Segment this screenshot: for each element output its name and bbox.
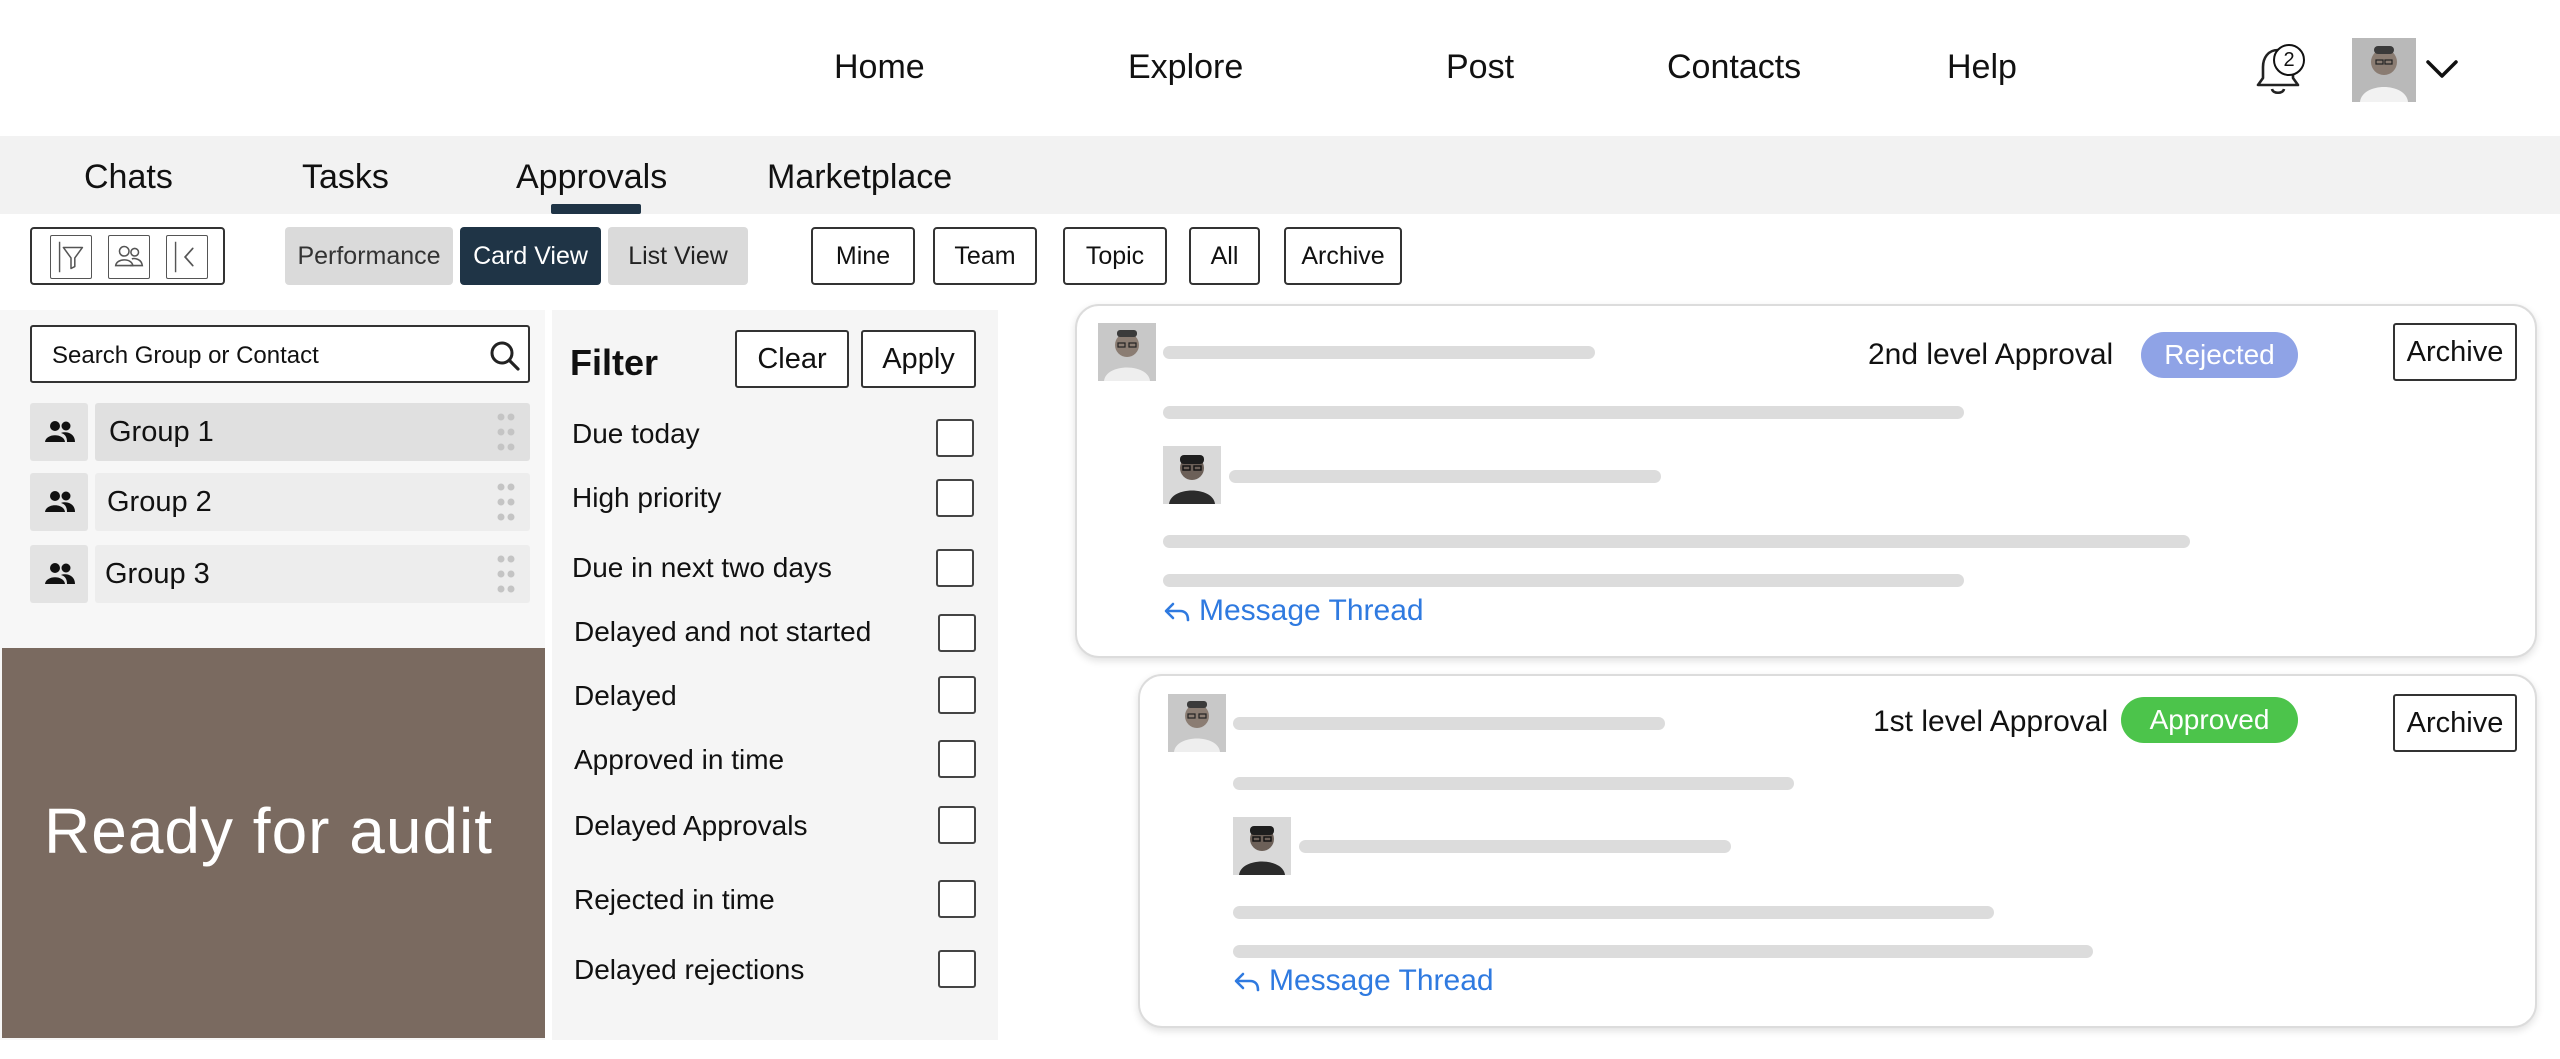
group-icon [30,473,88,531]
people-icon[interactable] [108,235,150,279]
group-icon [30,403,88,461]
message-thread-link[interactable]: Message Thread [1233,964,1494,998]
checkbox-approved-in-time[interactable] [938,740,976,778]
filter-label-delayed-rejections: Delayed rejections [574,954,805,985]
checkbox-delayed-rejections[interactable] [938,950,976,988]
scope-team-button[interactable]: Team [933,227,1037,285]
group-item-3[interactable]: Group 3 [95,545,530,603]
toolbar-icon-group [30,227,225,285]
search-icon[interactable] [488,339,522,373]
filter-label-due-next-two-days: Due in next two days [572,552,832,583]
nav-explore[interactable]: Explore [1128,48,1243,87]
card-view-button[interactable]: Card View [460,227,601,285]
placeholder-line [1233,945,2093,958]
message-thread-link[interactable]: Message Thread [1163,594,1424,628]
notification-count-badge: 2 [2273,44,2305,76]
requester-avatar [1098,323,1156,381]
placeholder-line [1229,470,1661,483]
tab-marketplace[interactable]: Marketplace [767,158,952,197]
commenter-avatar [1163,446,1221,504]
status-badge-approved: Approved [2121,697,2298,743]
filter-icon[interactable] [50,235,92,279]
checkbox-due-next-two-days[interactable] [936,549,974,587]
checkbox-delayed[interactable] [938,676,976,714]
message-thread-label: Message Thread [1199,594,1424,627]
group-label: Group 3 [105,558,210,590]
audit-banner-text: Ready for audit [44,795,494,867]
group-label: Group 1 [109,416,214,448]
placeholder-line [1163,535,2190,548]
tab-approvals[interactable]: Approvals [516,158,667,197]
filter-label-due-today: Due today [572,418,700,449]
placeholder-line [1163,574,1964,587]
scope-mine-button[interactable]: Mine [811,227,915,285]
message-thread-label: Message Thread [1269,964,1494,997]
tab-bar: Chats Tasks Approvals Marketplace [0,136,2560,214]
top-navigation: Home Explore Post Contacts Help 2 [0,0,2560,136]
drag-handle-icon[interactable] [497,554,515,594]
nav-post[interactable]: Post [1446,48,1514,87]
scope-all-button[interactable]: All [1189,227,1260,285]
user-avatar[interactable] [2352,38,2416,102]
collapse-left-icon[interactable] [166,235,208,279]
apply-button[interactable]: Apply [861,330,976,388]
nav-contacts[interactable]: Contacts [1667,48,1801,87]
approval-level-label: 1st level Approval [1873,705,2109,738]
placeholder-line [1233,717,1665,730]
tab-chats[interactable]: Chats [84,158,173,197]
search-placeholder: Search Group or Contact [52,342,319,369]
nav-home[interactable]: Home [834,48,925,87]
filter-label-approved-in-time: Approved in time [574,744,785,775]
performance-view-button[interactable]: Performance [285,227,453,285]
list-view-button[interactable]: List View [608,227,748,285]
nav-help[interactable]: Help [1947,48,2017,87]
checkbox-rejected-in-time[interactable] [938,880,976,918]
reply-arrow-icon [1234,972,1260,992]
placeholder-line [1233,777,1794,790]
requester-avatar [1168,694,1226,752]
group-item-2[interactable]: Group 2 [95,473,530,531]
placeholder-line [1233,906,1994,919]
approval-level-label: 2nd level Approval [1868,338,2114,371]
checkbox-delayed-approvals[interactable] [938,806,976,844]
filter-label-rejected-in-time: Rejected in time [574,884,775,915]
placeholder-line [1299,840,1731,853]
group-item-1[interactable]: Group 1 [95,403,530,461]
scope-archive-button[interactable]: Archive [1284,227,1402,285]
commenter-avatar [1233,817,1291,875]
status-badge-rejected: Rejected [2141,332,2298,378]
placeholder-line [1163,406,1964,419]
placeholder-line [1163,346,1595,359]
tab-tasks[interactable]: Tasks [302,158,389,197]
filter-label-delayed-not-started: Delayed and not started [574,616,872,647]
checkbox-high-priority[interactable] [936,479,974,517]
filter-title: Filter [570,342,659,383]
group-label: Group 2 [107,486,212,518]
filter-label-delayed: Delayed [574,680,677,711]
filter-label-high-priority: High priority [572,482,722,513]
group-icon [30,545,88,603]
reply-arrow-icon [1164,602,1190,622]
archive-button[interactable]: Archive [2393,694,2517,752]
audit-banner: Ready for audit [2,648,545,1038]
checkbox-delayed-not-started[interactable] [938,614,976,652]
drag-handle-icon[interactable] [497,482,515,522]
search-input[interactable]: Search Group or Contact [30,325,530,383]
drag-handle-icon[interactable] [497,412,515,452]
archive-button[interactable]: Archive [2393,323,2517,381]
scope-topic-button[interactable]: Topic [1063,227,1167,285]
active-tab-indicator [551,204,641,214]
chevron-down-icon[interactable] [2424,56,2460,84]
filter-label-delayed-approvals: Delayed Approvals [574,810,808,841]
checkbox-due-today[interactable] [936,419,974,457]
clear-button[interactable]: Clear [735,330,849,388]
